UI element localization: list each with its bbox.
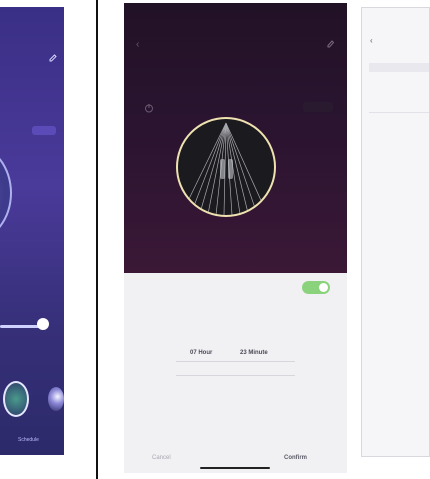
time-picker-sheet: 07 Hour 23 Minute Cancel Confirm [124,273,347,473]
back-icon[interactable]: ‹ [136,39,139,50]
status-bar [6,28,58,36]
toggle-knob [319,283,328,292]
mode-tabs [0,83,64,91]
middle-app-screen: ‹ 07 Hour 23 Minute Cancel Confirm [124,3,347,473]
minute-option[interactable] [240,360,268,373]
search-input[interactable] [369,63,429,72]
cancel-button[interactable]: Cancel [152,455,171,461]
hour-option[interactable] [190,321,212,334]
lamp-rays [185,122,265,215]
hour-option[interactable] [190,360,212,373]
brightness-slider-knob[interactable] [37,318,49,330]
minute-option[interactable] [240,373,268,386]
power-icon[interactable] [144,103,154,113]
list-divider [369,112,429,113]
hour-selected[interactable]: 07 Hour [190,347,212,360]
divider [354,0,355,479]
minute-option[interactable] [240,321,268,334]
back-icon[interactable]: ‹ [370,36,373,45]
hour-option[interactable] [190,334,212,347]
lamp-header: ‹ [124,3,347,273]
schedule-label[interactable]: Schedule [18,437,39,443]
right-app-screen: ‹ [361,7,430,457]
mode-tabs [124,67,347,75]
hour-picker[interactable]: 07 Hour [190,321,212,386]
scene-thumbnail[interactable] [48,387,64,411]
minute-option[interactable] [240,334,268,347]
minute-picker[interactable]: 23 Minute [240,321,268,386]
divider [96,0,98,479]
minute-selected[interactable]: 23 Minute [240,347,268,360]
left-app-screen: Schedule [0,7,64,455]
hour-option[interactable] [190,373,212,386]
scene-thumbnail[interactable] [3,381,29,417]
timer-toggle[interactable] [302,281,330,294]
confirm-button[interactable]: Confirm [284,455,307,461]
edit-icon[interactable] [48,53,58,63]
lamp-preview [176,117,276,217]
home-indicator [200,467,270,469]
timer-button[interactable] [303,102,333,112]
edit-icon[interactable] [327,39,335,48]
timer-chip[interactable] [32,126,56,135]
lamp-preview [0,145,12,241]
